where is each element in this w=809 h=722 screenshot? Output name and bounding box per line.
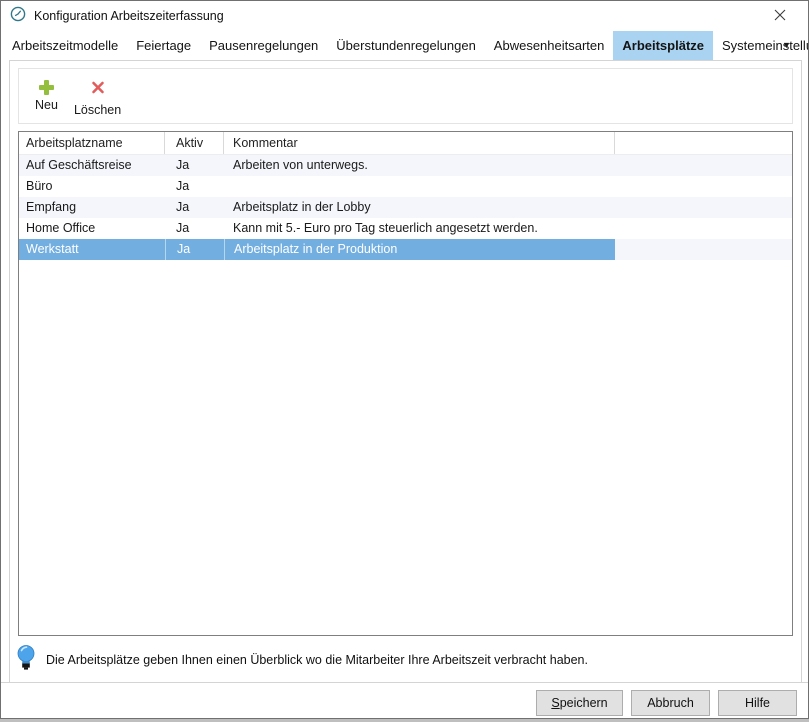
cell-filler <box>615 155 792 176</box>
tab-strip: Arbeitszeitmodelle Feiertage Pausenregel… <box>1 31 808 60</box>
cell-aktiv: Ja <box>165 176 224 197</box>
cell-aktiv: Ja <box>165 239 224 260</box>
dialog-window: Konfiguration Arbeitszeiterfassung Arbei… <box>0 0 809 719</box>
save-button-label: Speichern <box>549 696 610 710</box>
cell-name: Empfang <box>19 197 165 218</box>
tab-arbeitszeitmodelle[interactable]: Arbeitszeitmodelle <box>3 31 127 60</box>
plus-icon <box>39 80 54 95</box>
cancel-button[interactable]: Abbruch <box>631 690 710 716</box>
cell-kommentar: Kann mit 5.- Euro pro Tag steuerlich ang… <box>224 218 615 239</box>
table-row-empfang[interactable]: Empfang Ja Arbeitsplatz in der Lobby <box>19 197 792 218</box>
cell-aktiv: Ja <box>165 218 224 239</box>
tab-abwesenheitsarten[interactable]: Abwesenheitsarten <box>485 31 614 60</box>
cancel-button-label: Abbruch <box>644 696 697 710</box>
tab-arbeitsplaetze[interactable]: Arbeitsplätze <box>613 31 713 60</box>
cell-filler <box>615 218 792 239</box>
new-button-label: Neu <box>35 98 58 112</box>
cell-aktiv: Ja <box>165 155 224 176</box>
save-button[interactable]: Speichern <box>536 690 623 716</box>
help-button[interactable]: Hilfe <box>718 690 797 716</box>
cell-kommentar: Arbeitsplatz in der Lobby <box>224 197 615 218</box>
column-header-aktiv[interactable]: Aktiv <box>165 132 224 154</box>
table-row-home-office[interactable]: Home Office Ja Kann mit 5.- Euro pro Tag… <box>19 218 792 239</box>
cell-filler <box>615 176 792 197</box>
new-button[interactable]: Neu <box>29 80 64 112</box>
cell-name: Werkstatt <box>19 239 165 260</box>
cell-kommentar: Arbeiten von unterwegs. <box>224 155 615 176</box>
toolbar: Neu Löschen <box>18 68 793 124</box>
cell-name: Auf Geschäftsreise <box>19 155 165 176</box>
cell-filler <box>615 239 792 260</box>
cell-aktiv: Ja <box>165 197 224 218</box>
hint-bar: Die Arbeitsplätze geben Ihnen einen Über… <box>17 644 588 676</box>
cell-name: Home Office <box>19 218 165 239</box>
tab-feiertage[interactable]: Feiertage <box>127 31 200 60</box>
table-row-auf-geschaeftsreise[interactable]: Auf Geschäftsreise Ja Arbeiten von unter… <box>19 155 792 176</box>
help-button-label: Hilfe <box>731 696 784 710</box>
clock-icon <box>10 6 26 27</box>
tab-pausenregelungen[interactable]: Pausenregelungen <box>200 31 327 60</box>
workplaces-table: Arbeitsplatzname Aktiv Kommentar Auf Ges… <box>18 131 793 636</box>
tab-ueberstundenregelungen[interactable]: Überstundenregelungen <box>327 31 485 60</box>
column-header-filler <box>615 132 792 154</box>
cell-name: Büro <box>19 176 165 197</box>
chevron-down-icon[interactable]: ▼ <box>782 39 791 52</box>
table-row-buero[interactable]: Büro Ja <box>19 176 792 197</box>
button-bar: Speichern Abbruch Hilfe <box>1 683 809 719</box>
tab-page-arbeitsplaetze: Neu Löschen Arbeitsplatzname Aktiv Komme… <box>9 60 802 682</box>
hint-text: Die Arbeitsplätze geben Ihnen einen Über… <box>46 653 588 667</box>
delete-button[interactable]: Löschen <box>68 80 127 117</box>
column-header-arbeitsplatzname[interactable]: Arbeitsplatzname <box>19 132 165 154</box>
delete-button-label: Löschen <box>74 103 121 117</box>
cell-kommentar <box>224 176 615 197</box>
lightbulb-icon <box>17 644 35 677</box>
table-row-werkstatt[interactable]: Werkstatt Ja Arbeitsplatz in der Produkt… <box>19 239 792 260</box>
close-button[interactable] <box>769 7 791 26</box>
title-bar: Konfiguration Arbeitszeiterfassung <box>1 1 808 31</box>
close-icon <box>774 9 786 24</box>
column-header-kommentar[interactable]: Kommentar <box>224 132 615 154</box>
cell-kommentar: Arbeitsplatz in der Produktion <box>224 239 615 260</box>
table-header-row: Arbeitsplatzname Aktiv Kommentar <box>19 132 792 155</box>
window-title: Konfiguration Arbeitszeiterfassung <box>34 9 224 23</box>
x-icon <box>91 80 105 100</box>
tab-systemeinstellungen[interactable]: Systemeinstellungen <box>713 31 809 60</box>
cell-filler <box>615 197 792 218</box>
